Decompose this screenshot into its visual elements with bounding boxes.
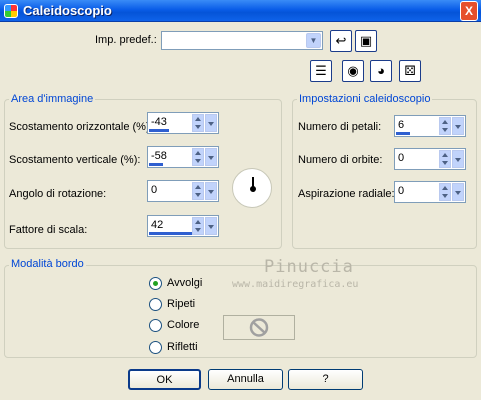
vertical-offset-value: -58 [151,150,167,162]
title-bar: Caleidoscopio X [0,0,481,22]
horizontal-offset-bar [149,129,169,132]
preview-eye-button[interactable]: ◕ [370,60,392,82]
preset-label: Imp. predef.: [95,34,157,46]
preset-dropdown[interactable]: ▼ [161,31,323,50]
radio-wrap[interactable] [149,277,162,290]
wrap-label[interactable]: Avvolgi [167,277,202,289]
ok-button[interactable]: OK [128,369,201,390]
up-down-arrows-icon[interactable] [192,182,204,200]
chevron-down-icon[interactable] [205,217,217,235]
orbits-spinner[interactable]: 0 [394,148,466,170]
proof-toggle-button[interactable]: ◉ [342,60,364,82]
vertical-offset-spinner[interactable]: -58 [147,146,219,168]
scale-factor-spinner[interactable]: 42 [147,215,219,237]
up-down-arrows-icon[interactable] [439,117,451,135]
randomize-settings-button[interactable]: ☰ [310,60,332,82]
up-down-arrows-icon[interactable] [439,150,451,168]
image-area-title: Area d'immagine [9,93,96,105]
chevron-down-icon[interactable] [452,117,464,135]
up-down-arrows-icon[interactable] [439,183,451,201]
radio-repeat[interactable] [149,298,162,311]
up-down-arrows-icon[interactable] [192,148,204,166]
cancel-button[interactable]: Annulla [208,369,283,390]
eye-hand-icon: ◉ [347,63,359,78]
petals-label: Numero di petali: [298,121,382,133]
chevron-down-icon[interactable] [205,182,217,200]
scale-factor-bar [149,232,193,235]
window-title: Caleidoscopio [23,3,112,18]
watermark-site: www.maidiregrafica.eu [232,279,359,290]
list-icon: ☰ [315,63,327,78]
orbits-value: 0 [398,152,405,164]
rotation-angle-spinner[interactable]: 0 [147,180,219,202]
petals-value: 6 [398,119,405,131]
no-color-icon [249,318,269,337]
save-icon: ▣ [359,33,373,48]
color-swatch[interactable] [223,315,295,340]
kaleidoscope-settings-title: Impostazioni caleidoscopio [297,93,433,105]
dialog-window: Caleidoscopio X Imp. predef.: ▼ ↩ ▣ ☰ ◉ … [0,0,481,400]
radial-suction-label: Aspirazione radiale: [298,188,395,200]
reset-preset-button[interactable]: ↩ [330,30,352,52]
dice-icon: ⚄ [404,63,416,78]
edge-mode-title: Modalità bordo [9,258,86,270]
petals-bar [396,132,410,135]
chevron-down-icon[interactable] [205,148,217,166]
vertical-offset-label: Scostamento verticale (%): [9,154,141,166]
save-preset-button[interactable]: ▣ [355,30,377,52]
dial-center [250,186,256,192]
rotation-angle-value: 0 [151,184,158,196]
horizontal-offset-value: -43 [151,116,167,128]
petals-spinner[interactable]: 6 [394,115,466,137]
radio-reflect[interactable] [149,341,162,354]
radial-suction-spinner[interactable]: 0 [394,181,466,203]
radio-color[interactable] [149,319,162,332]
chevron-down-icon[interactable] [205,114,217,132]
horizontal-offset-label: Scostamento orizzontale (%): [9,121,153,133]
rotation-dial[interactable] [232,168,272,208]
app-icon [4,4,18,18]
rotation-angle-label: Angolo di rotazione: [9,188,107,200]
scale-factor-label: Fattore di scala: [9,224,88,236]
reflect-label[interactable]: Rifletti [167,341,198,353]
help-button[interactable]: ? [288,369,363,390]
randomize-button[interactable]: ⚄ [399,60,421,82]
close-button[interactable]: X [460,1,478,21]
radial-suction-value: 0 [398,185,405,197]
repeat-label[interactable]: Ripeti [167,298,195,310]
watermark-name: Pinuccia [264,257,354,277]
chevron-down-icon[interactable] [452,183,464,201]
horizontal-offset-spinner[interactable]: -43 [147,112,219,134]
up-down-arrows-icon[interactable] [192,217,204,235]
undo-icon: ↩ [335,33,347,48]
scale-factor-value: 42 [151,219,164,231]
chevron-down-icon[interactable]: ▼ [306,33,321,48]
color-label[interactable]: Colore [167,319,199,331]
orbits-label: Numero di orbite: [298,154,383,166]
eye-icon: ◕ [377,63,385,78]
chevron-down-icon[interactable] [452,150,464,168]
up-down-arrows-icon[interactable] [192,114,204,132]
vertical-offset-bar [149,163,163,166]
